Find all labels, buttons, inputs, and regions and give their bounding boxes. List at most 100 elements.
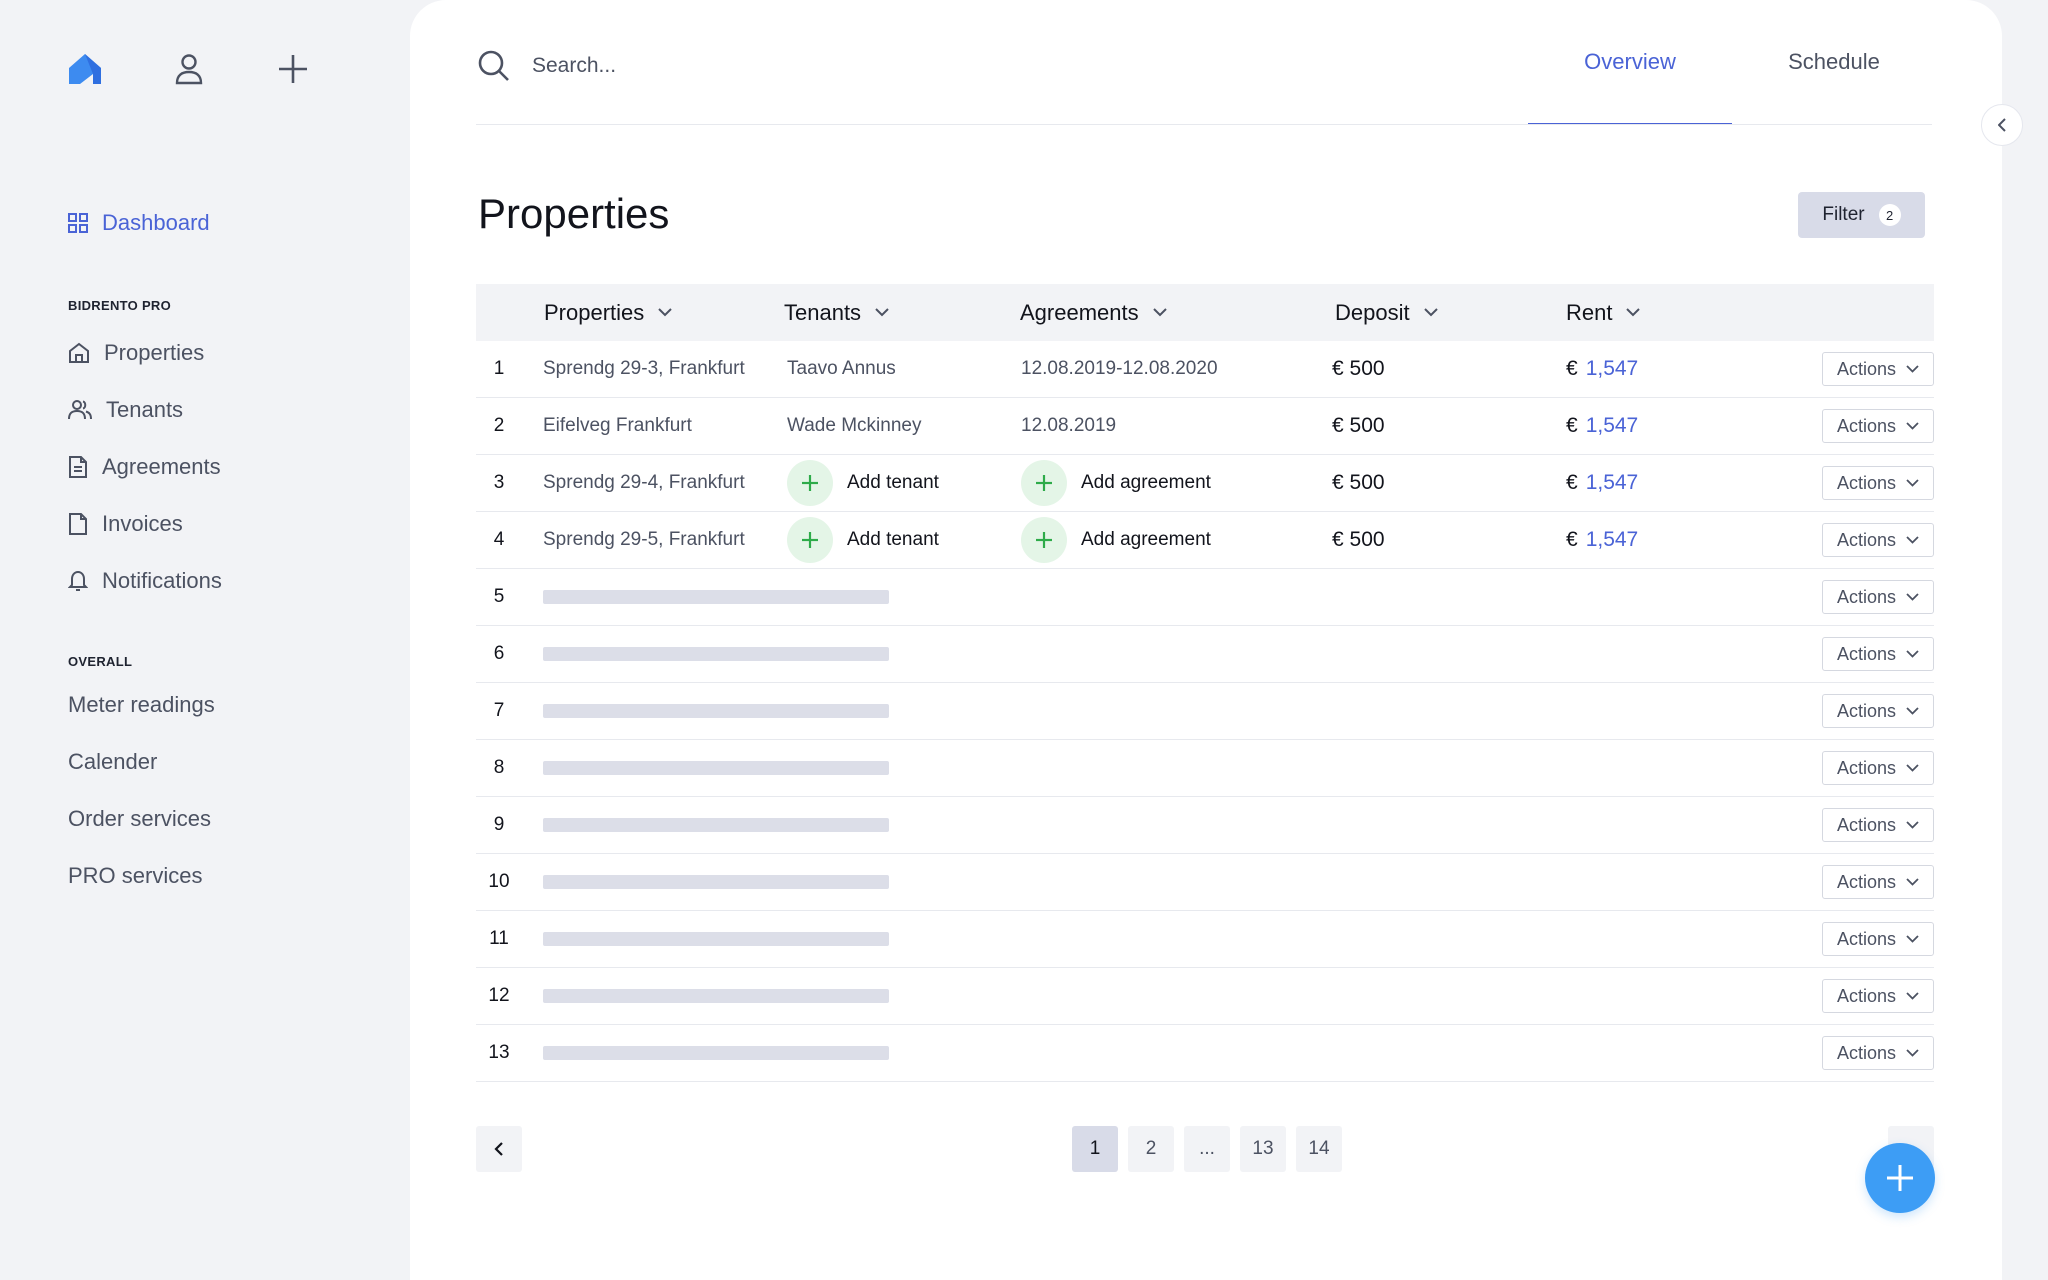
add-agreement-button[interactable]: Add agreement: [1021, 517, 1211, 563]
loading-placeholder: [543, 569, 889, 625]
column-header-label: Tenants: [784, 300, 861, 326]
add-agreement-label: Add agreement: [1081, 529, 1211, 551]
actions-dropdown-button[interactable]: Actions: [1822, 523, 1934, 557]
actions-dropdown-button[interactable]: Actions: [1822, 922, 1934, 956]
sidebar-item-label: Notifications: [102, 568, 222, 594]
rent-amount: 1,547: [1586, 357, 1639, 381]
column-header-properties[interactable]: Properties: [544, 284, 672, 341]
sidebar-item-invoices[interactable]: Invoices: [68, 495, 222, 552]
row-number: 10: [476, 854, 522, 910]
column-header-agreements[interactable]: Agreements: [1020, 284, 1167, 341]
add-tenant-button[interactable]: Add tenant: [787, 460, 939, 506]
pagination: 12...1314: [476, 1126, 1934, 1172]
column-header-tenants[interactable]: Tenants: [784, 284, 889, 341]
sidebar-item-pro-services[interactable]: PRO services: [68, 847, 215, 904]
add-fab-button[interactable]: [1865, 1143, 1935, 1213]
actions-dropdown-button[interactable]: Actions: [1822, 865, 1934, 899]
table-row: 6Actions: [476, 626, 1934, 683]
table-row: 2Eifelveg FrankfurtWade Mckinney12.08.20…: [476, 398, 1934, 455]
actions-dropdown-button[interactable]: Actions: [1822, 409, 1934, 443]
loading-placeholder: [543, 626, 889, 682]
add-tenant-button[interactable]: Add tenant: [787, 517, 939, 563]
page-button[interactable]: 1: [1072, 1126, 1118, 1172]
actions-cell: Actions: [1822, 626, 1934, 682]
search-bar: [478, 50, 932, 82]
actions-dropdown-button[interactable]: Actions: [1822, 751, 1934, 785]
add-agreement-cell: Add agreement: [1021, 455, 1211, 511]
sidebar: Dashboard BIDRENTO PRO Properties Tenant…: [0, 0, 410, 1280]
plus-icon: [800, 530, 820, 550]
collapse-panel-button[interactable]: [1981, 104, 2023, 146]
loading-placeholder: [543, 683, 889, 739]
actions-label: Actions: [1837, 359, 1896, 380]
agreement-period[interactable]: 12.08.2019-12.08.2020: [1021, 341, 1218, 397]
tenant-name[interactable]: Taavo Annus: [787, 341, 896, 397]
page-button[interactable]: ...: [1184, 1126, 1230, 1172]
actions-dropdown-button[interactable]: Actions: [1822, 694, 1934, 728]
sidebar-item-meter-readings[interactable]: Meter readings: [68, 676, 215, 733]
sidebar-item-agreements[interactable]: Agreements: [68, 438, 222, 495]
rent-value: €1,547: [1566, 341, 1638, 397]
table-row: 9Actions: [476, 797, 1934, 854]
property-address[interactable]: Sprendg 29-5, Frankfurt: [543, 512, 745, 568]
page-button[interactable]: 14: [1296, 1126, 1342, 1172]
property-address[interactable]: Sprendg 29-4, Frankfurt: [543, 455, 745, 511]
column-header-deposit[interactable]: Deposit: [1335, 284, 1438, 341]
actions-label: Actions: [1837, 815, 1896, 836]
agreement-period[interactable]: 12.08.2019: [1021, 398, 1116, 454]
add-agreement-label: Add agreement: [1081, 472, 1211, 494]
property-address[interactable]: Eifelveg Frankfurt: [543, 398, 692, 454]
page-button[interactable]: 2: [1128, 1126, 1174, 1172]
actions-dropdown-button[interactable]: Actions: [1822, 979, 1934, 1013]
plus-icon: [1884, 1162, 1916, 1194]
user-icon[interactable]: [170, 50, 208, 88]
chevron-down-icon: [1906, 593, 1919, 601]
actions-dropdown-button[interactable]: Actions: [1822, 352, 1934, 386]
add-tenant-label: Add tenant: [847, 472, 939, 494]
tenant-name[interactable]: Wade Mckinney: [787, 398, 921, 454]
actions-dropdown-button[interactable]: Actions: [1822, 466, 1934, 500]
users-icon: [68, 399, 92, 421]
skeleton-bar: [543, 875, 889, 889]
actions-label: Actions: [1837, 758, 1896, 779]
column-header-rent[interactable]: Rent: [1566, 284, 1640, 341]
table-row: 1 Sprendg 29-3, Frankfurt Taavo Annus 12.08…: [476, 341, 1934, 398]
loading-placeholder: [543, 968, 889, 1024]
tab-schedule[interactable]: Schedule: [1732, 0, 1936, 125]
sidebar-item-properties[interactable]: Properties: [68, 324, 222, 381]
actions-dropdown-button[interactable]: Actions: [1822, 808, 1934, 842]
sidebar-item-label: Dashboard: [102, 210, 210, 236]
table-row: 12Actions: [476, 968, 1934, 1025]
properties-table: Properties Tenants Agreements Deposit Re…: [476, 284, 1934, 1082]
actions-dropdown-button[interactable]: Actions: [1822, 1036, 1934, 1070]
actions-dropdown-button[interactable]: Actions: [1822, 580, 1934, 614]
actions-label: Actions: [1837, 986, 1896, 1007]
actions-label: Actions: [1837, 872, 1896, 893]
plus-icon[interactable]: [274, 50, 312, 88]
page-button[interactable]: 13: [1240, 1126, 1286, 1172]
previous-page-button[interactable]: [476, 1126, 522, 1172]
table-row: 8Actions: [476, 740, 1934, 797]
add-agreement-button[interactable]: Add agreement: [1021, 460, 1211, 506]
property-address[interactable]: Sprendg 29-3, Frankfurt: [543, 341, 745, 397]
home-logo-icon[interactable]: [66, 50, 104, 88]
sidebar-item-notifications[interactable]: Notifications: [68, 552, 222, 609]
sidebar-item-calender[interactable]: Calender: [68, 733, 215, 790]
chevron-down-icon: [875, 308, 889, 317]
chevron-down-icon: [1906, 365, 1919, 373]
table-row: 7 Actions: [476, 683, 1934, 740]
sidebar-item-tenants[interactable]: Tenants: [68, 381, 222, 438]
filter-button[interactable]: Filter 2: [1798, 192, 1925, 238]
column-header-label: Deposit: [1335, 300, 1410, 326]
actions-dropdown-button[interactable]: Actions: [1822, 637, 1934, 671]
home-icon: [68, 342, 90, 364]
sidebar-item-order-services[interactable]: Order services: [68, 790, 215, 847]
tab-overview[interactable]: Overview: [1528, 0, 1732, 125]
search-input[interactable]: [532, 54, 932, 78]
sidebar-item-dashboard[interactable]: Dashboard: [68, 210, 210, 236]
row-number: 7: [476, 683, 522, 739]
chevron-down-icon: [1906, 422, 1919, 430]
sidebar-item-label: Invoices: [102, 511, 183, 537]
sidebar-item-label: PRO services: [68, 863, 202, 889]
row-number: 1: [476, 341, 522, 397]
